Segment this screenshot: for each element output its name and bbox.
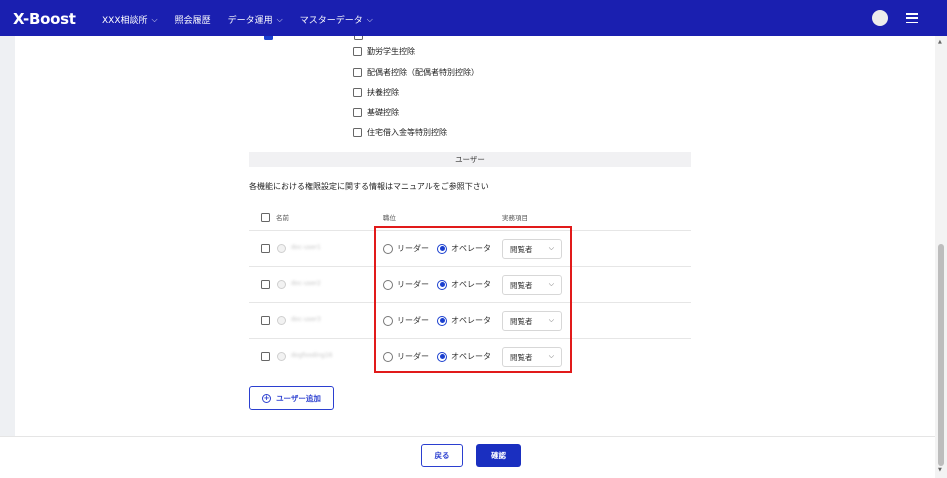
user-avatar-icon — [277, 280, 286, 289]
chevron-down-icon: ⌵ — [151, 14, 158, 24]
nav-item-consultation[interactable]: XXX相談所 ⌵ — [102, 13, 158, 27]
checkbox[interactable] — [353, 88, 362, 97]
user-name: doc-user3 — [291, 316, 321, 323]
back-button[interactable]: 戻る — [421, 444, 463, 467]
column-header-position: 職位 — [383, 214, 396, 222]
scroll-up-arrow-icon[interactable]: ▲ — [938, 39, 942, 45]
user-avatar[interactable] — [872, 10, 888, 26]
chevron-down-icon: ⌵ — [366, 14, 373, 24]
hamburger-menu-icon[interactable] — [906, 13, 918, 23]
column-header-name: 名前 — [261, 212, 289, 222]
column-header-item: 実務項目 — [502, 214, 528, 222]
user-name: doc-user2 — [291, 280, 321, 287]
add-user-button[interactable]: + ユーザー追加 — [249, 386, 334, 410]
user-name: dogfooding16 — [291, 352, 333, 359]
deduction-item[interactable]: 基礎控除 — [353, 107, 399, 118]
footer-bar: 戻る 確認 — [0, 436, 935, 478]
row-checkbox[interactable] — [261, 244, 270, 253]
deduction-item[interactable]: 配偶者控除（配偶者特別控除） — [353, 67, 479, 78]
user-avatar-icon — [277, 352, 286, 361]
users-section-header: ユーザー — [249, 152, 691, 167]
scroll-down-arrow-icon[interactable]: ▼ — [938, 467, 942, 473]
plus-circle-icon: + — [262, 393, 272, 403]
confirm-button[interactable]: 確認 — [476, 444, 521, 467]
highlight-box — [374, 226, 572, 373]
user-name: doc-user1 — [291, 244, 321, 251]
checkbox[interactable] — [353, 108, 362, 117]
nav-item-data-ops[interactable]: データ運用 ⌵ — [228, 13, 283, 27]
vertical-scrollbar[interactable]: ▲ ▼ — [935, 36, 947, 478]
checkbox[interactable] — [353, 68, 362, 77]
checkbox[interactable] — [353, 128, 362, 137]
row-checkbox[interactable] — [261, 352, 270, 361]
chevron-down-icon: ⌵ — [276, 14, 283, 24]
permission-notice: 各機能における権限設定に関する情報はマニュアルをご参照下さい — [249, 182, 489, 191]
checkbox-checked[interactable] — [264, 36, 273, 40]
app-logo[interactable]: X-Boost — [13, 10, 76, 28]
row-checkbox[interactable] — [261, 280, 270, 289]
select-all-checkbox[interactable] — [261, 212, 270, 222]
deduction-item[interactable]: 住宅借入金等特別控除 — [353, 127, 447, 138]
nav-item-master-data[interactable]: マスターデータ ⌵ — [300, 13, 373, 27]
checkbox[interactable] — [353, 47, 362, 56]
scroll-thumb[interactable] — [938, 244, 944, 466]
nav-item-history[interactable]: 照会履歴 — [175, 13, 211, 26]
user-avatar-icon — [277, 316, 286, 325]
checkbox[interactable] — [354, 36, 363, 40]
user-avatar-icon — [277, 244, 286, 253]
main-nav: XXX相談所 ⌵ 照会履歴 データ運用 ⌵ マスターデータ ⌵ — [102, 13, 390, 27]
deduction-item[interactable]: 扶養控除 — [353, 87, 399, 98]
top-navigation-bar: X-Boost XXX相談所 ⌵ 照会履歴 データ運用 ⌵ マスターデータ ⌵ — [0, 0, 947, 36]
deduction-item[interactable]: 勤労学生控除 — [353, 46, 415, 57]
row-checkbox[interactable] — [261, 316, 270, 325]
